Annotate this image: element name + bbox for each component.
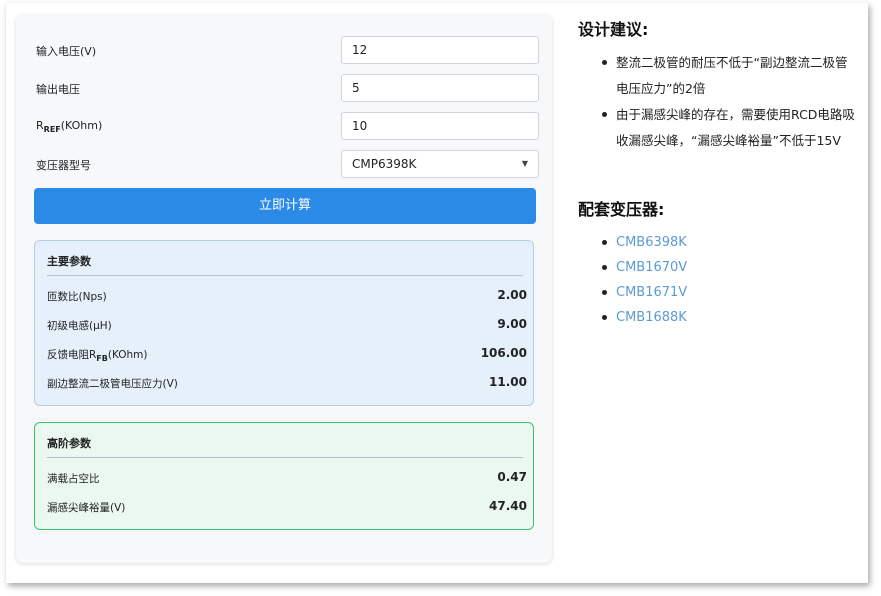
transformer-list-item: CMB6398K <box>600 230 687 255</box>
feedback-resistor-label-sub: FB <box>96 354 108 364</box>
transformer-list-item: CMB1671V <box>600 280 687 305</box>
input-voltage-label: 输入电压(V) <box>36 45 97 58</box>
main-params-title: 主要参数 <box>47 255 91 268</box>
transformer-link-cmb1671v[interactable]: CMB1671V <box>616 285 687 300</box>
diode-stress-value: 11.00 <box>489 375 527 389</box>
turns-ratio-label: 匝数比(Nps) <box>47 291 107 303</box>
transformer-link-cmb1670v[interactable]: CMB1670V <box>616 260 687 275</box>
primary-inductance-label: 初级电感(μH) <box>47 320 112 332</box>
feedback-resistor-label-main: 反馈电阻R <box>47 349 97 361</box>
main-params-panel: 主要参数 匝数比(Nps) 2.00 初级电感(μH) 9.00 反馈电阻RFB… <box>34 240 534 406</box>
calculate-button[interactable]: 立即计算 <box>34 188 536 224</box>
rref-field[interactable]: 10 <box>341 112 539 140</box>
transformer-link-list: CMB6398K CMB1670V CMB1671V CMB1688K <box>600 230 687 330</box>
bullet-icon <box>602 240 607 245</box>
transformer-model-select[interactable]: CMP6398K ▼ <box>341 150 539 178</box>
leakage-spike-margin-label: 漏感尖峰裕量(V) <box>47 502 126 514</box>
advice-item: 整流二极管的耐压不低于“副边整流二极管电压应力”的2倍 <box>600 50 856 102</box>
transformer-link-cmb1688k[interactable]: CMB1688K <box>616 310 687 325</box>
feedback-resistor-value: 106.00 <box>480 346 527 360</box>
transformer-link-cmb6398k[interactable]: CMB6398K <box>616 235 687 250</box>
bullet-icon <box>602 315 607 320</box>
output-voltage-field[interactable]: 5 <box>341 74 539 102</box>
advice-text: 整流二极管的耐压不低于“副边整流二极管电压应力”的2倍 <box>616 55 848 96</box>
advice-item: 由于漏感尖峰的存在，需要使用RCD电路吸收漏感尖峰，“漏感尖峰裕量”不低于15V <box>600 102 856 154</box>
diode-stress-label: 副边整流二极管电压应力(V) <box>47 378 178 390</box>
rref-label-sub: REF <box>43 125 61 135</box>
input-voltage-field[interactable]: 12 <box>341 36 539 64</box>
duty-cycle-label: 满载占空比 <box>47 473 100 485</box>
design-advice-heading: 设计建议: <box>578 20 649 39</box>
transformer-list-item: CMB1670V <box>600 255 687 280</box>
bullet-icon <box>602 265 607 270</box>
bullet-icon <box>602 112 607 117</box>
turns-ratio-value: 2.00 <box>497 288 527 302</box>
output-voltage-label: 输出电压 <box>36 83 80 96</box>
rref-label-main: R <box>36 119 44 132</box>
bullet-icon <box>602 290 607 295</box>
transformer-model-value: CMP6398K <box>352 157 417 171</box>
bullet-icon <box>602 60 607 65</box>
advanced-params-divider <box>47 457 523 458</box>
feedback-resistor-label-unit: (KOhm) <box>107 349 148 361</box>
rref-label: RREF(KOhm) <box>36 119 102 134</box>
rref-label-unit: (KOhm) <box>60 119 103 132</box>
duty-cycle-value: 0.47 <box>497 470 527 484</box>
primary-inductance-value: 9.00 <box>497 317 527 331</box>
transformer-model-label: 变压器型号 <box>36 159 91 172</box>
advanced-params-title: 高阶参数 <box>47 437 91 450</box>
chevron-down-icon: ▼ <box>521 159 528 168</box>
feedback-resistor-label: 反馈电阻RFB(KOhm) <box>47 347 148 363</box>
advice-text: 由于漏感尖峰的存在，需要使用RCD电路吸收漏感尖峰，“漏感尖峰裕量”不低于15V <box>616 107 855 148</box>
matching-transformers-heading: 配套变压器: <box>578 200 665 219</box>
main-params-divider <box>47 275 523 276</box>
design-advice-list: 整流二极管的耐压不低于“副边整流二极管电压应力”的2倍 由于漏感尖峰的存在，需要… <box>600 50 856 154</box>
transformer-list-item: CMB1688K <box>600 305 687 330</box>
advanced-params-panel: 高阶参数 满载占空比 0.47 漏感尖峰裕量(V) 47.40 <box>34 422 534 530</box>
leakage-spike-margin-value: 47.40 <box>489 499 527 513</box>
